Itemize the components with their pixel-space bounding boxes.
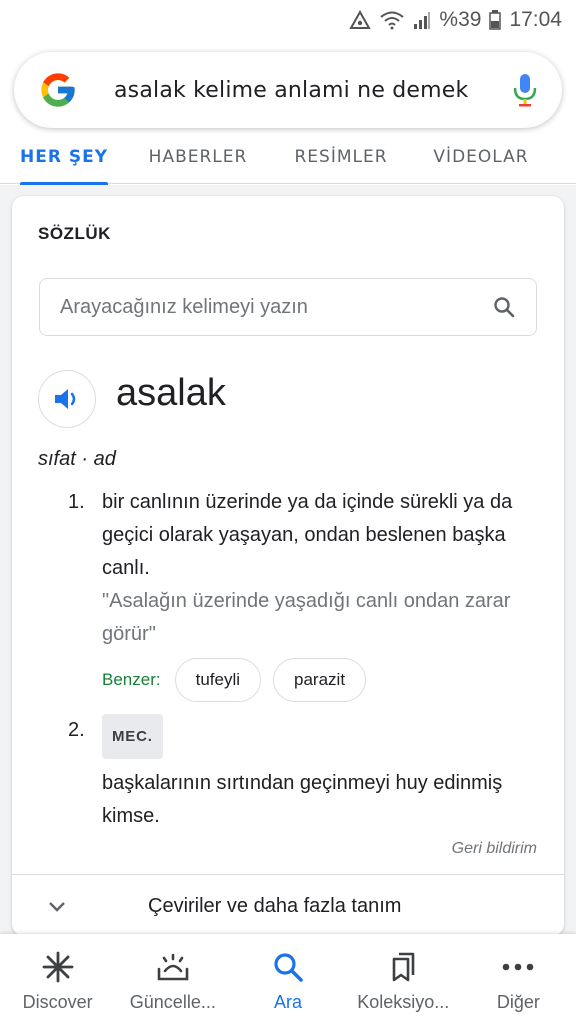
nav-discover[interactable]: Discover xyxy=(0,934,115,1024)
bookmarks-icon xyxy=(386,950,420,984)
feedback-link[interactable]: Geri bildirim xyxy=(452,840,537,858)
clock: 17:04 xyxy=(509,8,562,31)
more-definitions-label: Çeviriler ve daha fazla tanım xyxy=(148,894,402,917)
nav-label: Discover xyxy=(22,992,93,1012)
microphone-icon[interactable] xyxy=(512,72,538,108)
part-of-speech: sıfat · ad xyxy=(38,448,116,470)
definition-example: "Asalağın üzerinde yaşadığı canlı ondan … xyxy=(102,590,511,645)
dictionary-card: SÖZLÜK Arayacağınız kelimeyi yazın asala… xyxy=(12,196,564,936)
search-icon[interactable] xyxy=(492,295,516,319)
tab-all[interactable]: HER ŞEY xyxy=(20,130,108,185)
tab-images[interactable]: RESİMLER xyxy=(292,130,390,184)
updates-icon xyxy=(156,950,190,984)
battery-icon xyxy=(489,10,502,30)
tab-news[interactable]: HABERLER xyxy=(148,130,248,184)
search-query[interactable]: asalak kelime anlami ne demek xyxy=(114,78,512,103)
alarm-icon xyxy=(349,10,372,30)
card-title: SÖZLÜK xyxy=(38,224,111,243)
nav-label: Koleksiyo... xyxy=(357,992,450,1012)
register-tag: MEC. xyxy=(102,714,163,759)
bottom-navigation: Discover Güncelle... Ara Koleksiyo... Di… xyxy=(0,934,576,1024)
signal-icon xyxy=(413,10,431,30)
definition-item: 2. MEC. başkalarının sırtından geçinmeyi… xyxy=(68,714,538,833)
status-bar: %39 17:04 xyxy=(0,0,576,40)
more-dots-icon xyxy=(501,950,535,984)
definition-text: başkalarının sırtından geçinmeyi huy edi… xyxy=(102,772,503,827)
similar-chip-tufeyli[interactable]: tufeyli xyxy=(174,658,262,702)
nav-more[interactable]: Diğer xyxy=(461,934,576,1024)
nav-label: Güncelle... xyxy=(129,992,216,1012)
definition-number: 1. xyxy=(68,491,85,513)
nav-label: Ara xyxy=(274,992,303,1012)
dictionary-search-placeholder: Arayacağınız kelimeyi yazın xyxy=(60,295,308,318)
search-bar[interactable]: asalak kelime anlami ne demek xyxy=(14,52,562,128)
definition-text: bir canlının üzerinde ya da içinde sürek… xyxy=(102,491,513,579)
chevron-down-icon xyxy=(49,902,65,912)
speaker-icon xyxy=(55,389,76,409)
asterisk-icon xyxy=(41,950,75,984)
nav-label: Diğer xyxy=(496,992,540,1012)
dictionary-search-input[interactable]: Arayacağınız kelimeyi yazın xyxy=(39,278,537,336)
divider xyxy=(12,874,564,875)
nav-collections[interactable]: Koleksiyo... xyxy=(346,934,461,1024)
more-definitions-row[interactable]: Çeviriler ve daha fazla tanım xyxy=(12,876,564,936)
battery-percent: %39 xyxy=(439,8,482,31)
wifi-icon xyxy=(379,10,405,30)
google-logo-icon xyxy=(41,73,75,107)
similar-words: Benzer: tufeyli parazit xyxy=(102,658,367,702)
pronunciation-button[interactable] xyxy=(38,370,96,428)
search-icon xyxy=(271,950,305,984)
nav-search[interactable]: Ara xyxy=(230,934,345,1024)
nav-updates[interactable]: Güncelle... xyxy=(115,934,230,1024)
similar-label: Benzer: xyxy=(102,670,161,689)
tab-videos[interactable]: VİDEOLAR xyxy=(433,130,528,184)
definition-number: 2. xyxy=(68,719,85,741)
headword: asalak xyxy=(116,372,226,414)
search-tabs: HER ŞEY HABERLER RESİMLER VİDEOLAR xyxy=(0,130,576,185)
similar-chip-parazit[interactable]: parazit xyxy=(273,658,367,702)
definition-item: 1. bir canlının üzerinde ya da içinde sü… xyxy=(68,486,538,651)
